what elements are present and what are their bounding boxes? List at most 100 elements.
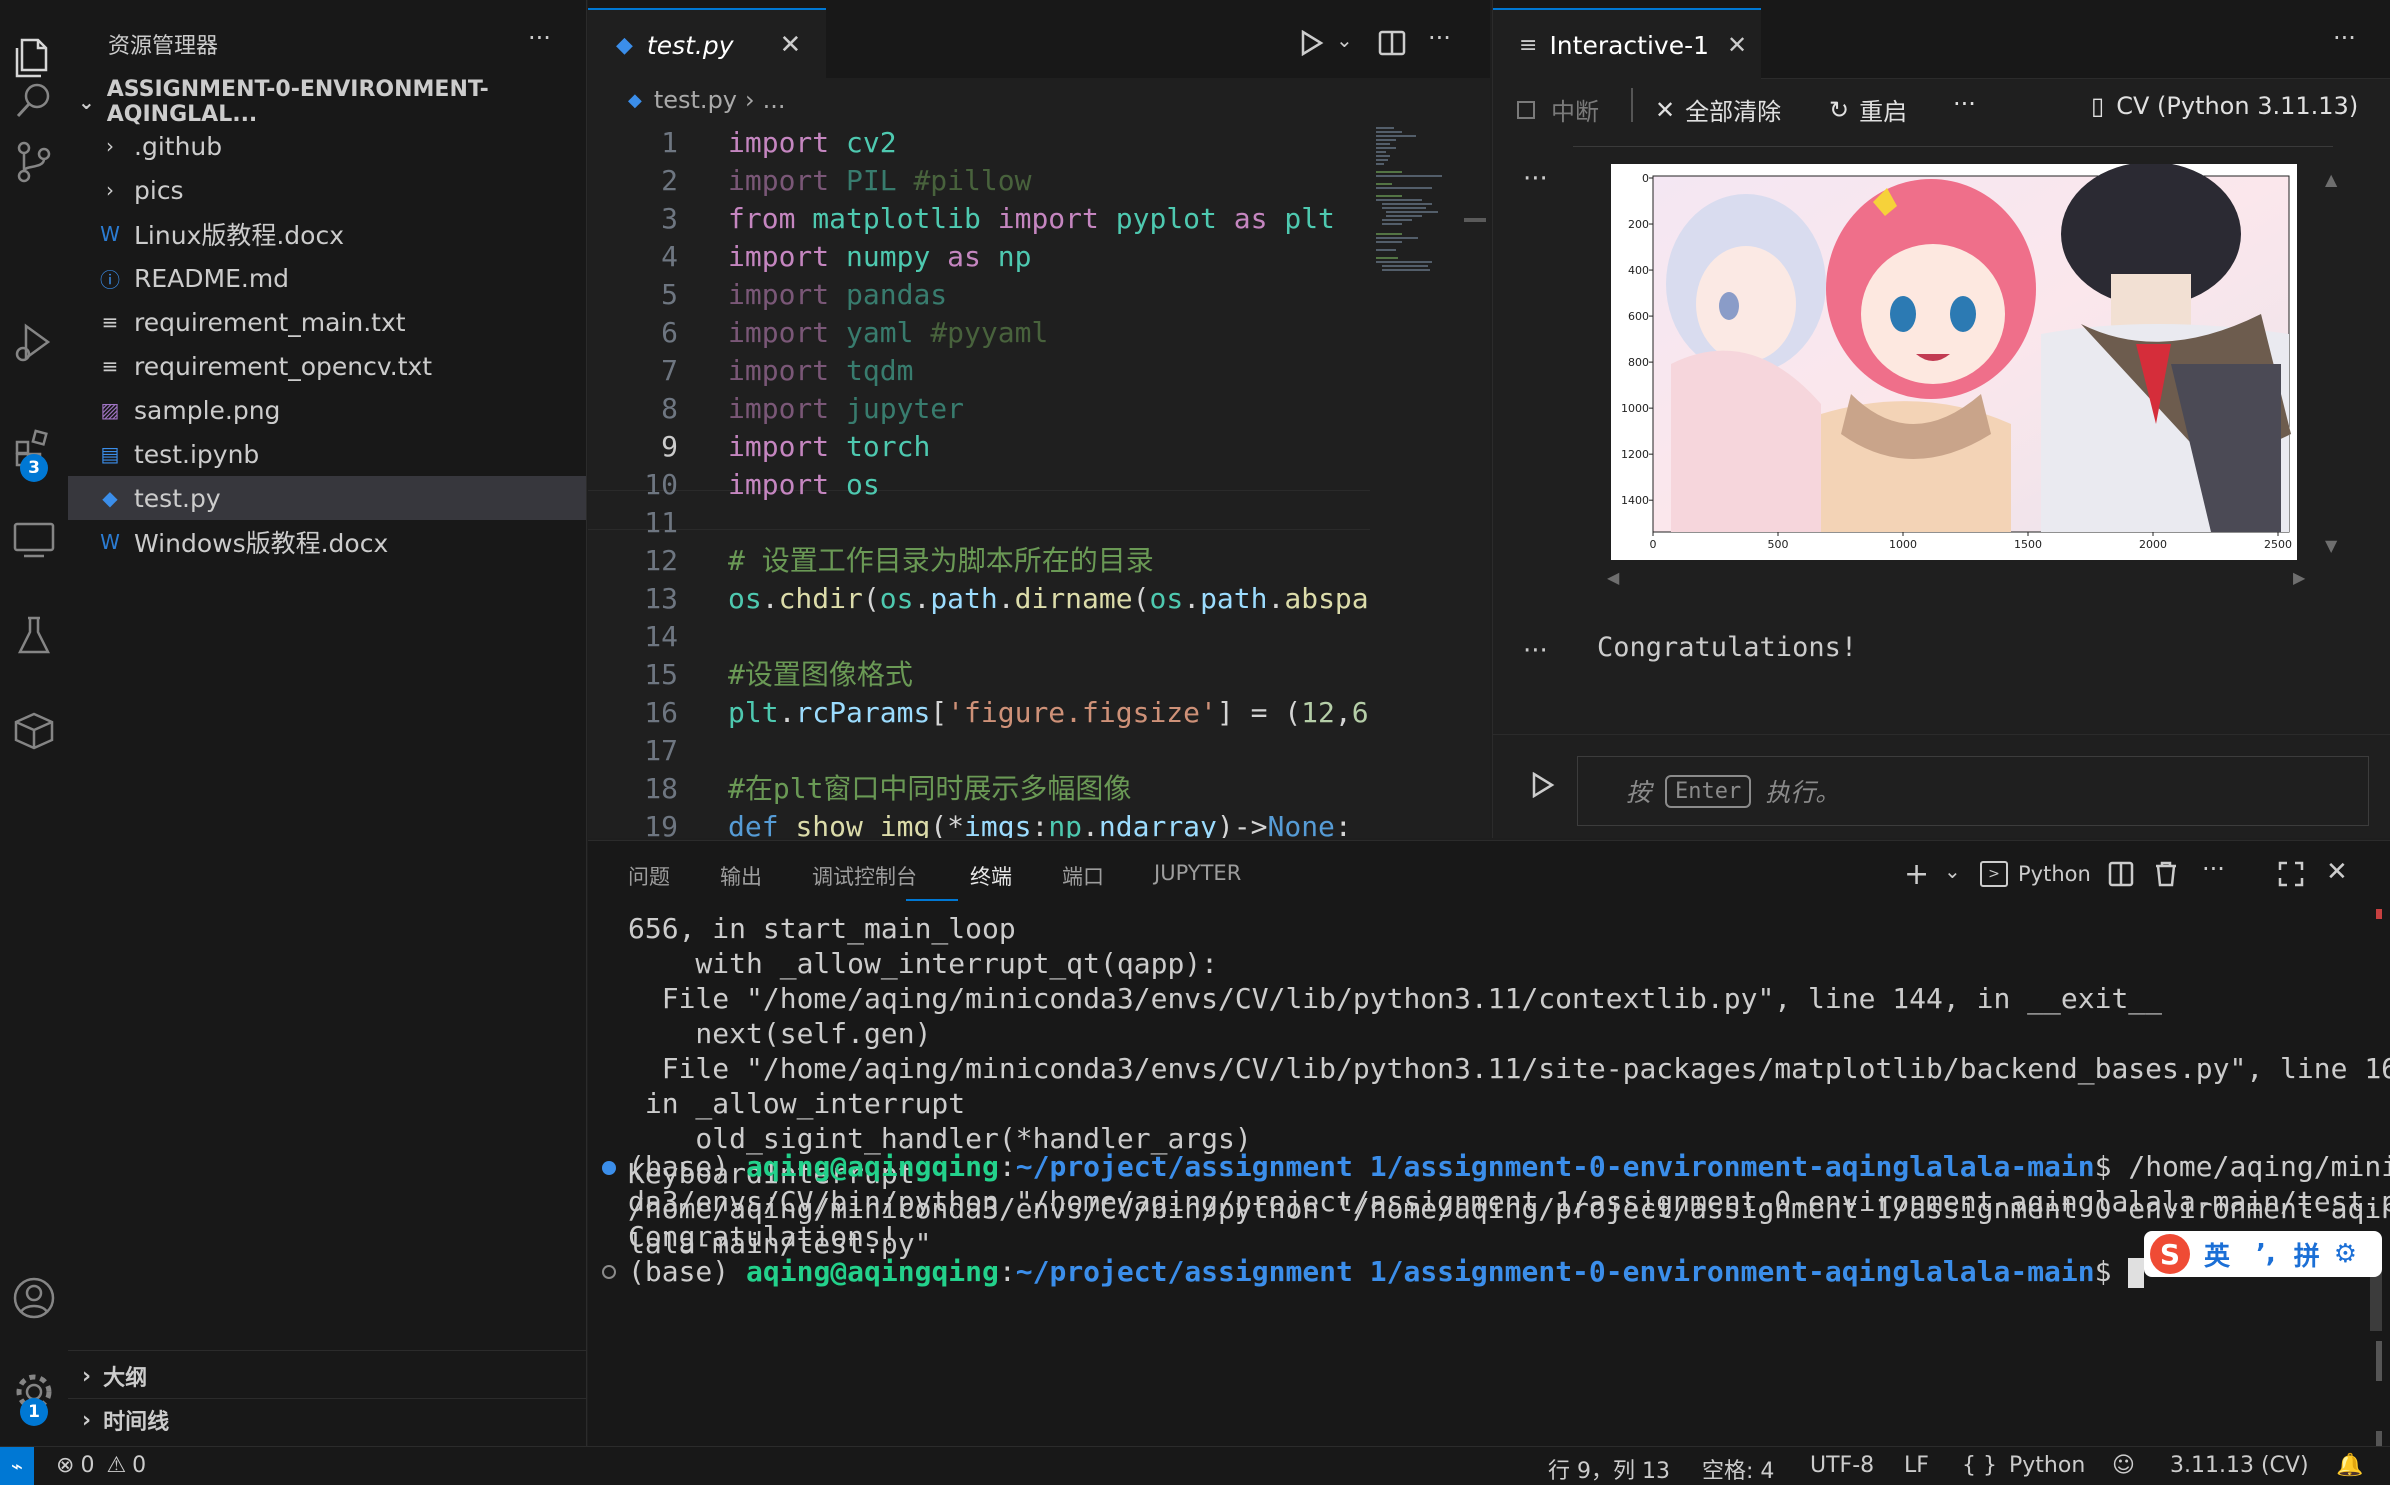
code-text: #在plt窗口中同时展示多幅图像 (728, 772, 1132, 805)
file-tree-item-label: sample.png (134, 395, 281, 425)
problems-indicator[interactable]: ⊗ 0 ⚠ 0 (56, 1453, 146, 1478)
cell-more-button[interactable]: ··· (1523, 636, 1548, 666)
settings-gear-icon[interactable]: 1 (0, 1352, 68, 1432)
active-tab-underline (906, 899, 958, 901)
execute-icon[interactable] (1531, 772, 1555, 798)
command-success-dot (602, 1161, 616, 1175)
text-file-icon: ≡ (101, 310, 119, 334)
source-control-icon[interactable] (0, 122, 68, 202)
language-mode[interactable]: { } Python (1962, 1453, 2085, 1478)
panel-tab[interactable]: 问题 (628, 861, 670, 891)
split-editor-icon[interactable] (1378, 30, 1406, 56)
copilot-icon[interactable]: ☺ (2112, 1453, 2135, 1478)
ime-settings-icon[interactable]: ⚙ (2334, 1239, 2357, 1269)
encoding[interactable]: UTF-8 (1810, 1453, 1874, 1478)
terminal-active-prompt[interactable]: (base) aqing@aqingqing:~/project/assignm… (628, 1254, 2145, 1289)
file-tree-item[interactable]: › pics (68, 168, 586, 212)
containers-icon[interactable] (0, 690, 68, 770)
panel-tab[interactable]: 输出 (720, 861, 762, 891)
breadcrumb-more[interactable]: ... (763, 86, 786, 114)
ime-english[interactable]: 英 (2204, 1236, 2230, 1273)
code-text: import yaml #pyyaml (728, 316, 1049, 349)
explorer-more-button[interactable]: ··· (528, 24, 551, 52)
terminal-line: File "/home/aqing/miniconda3/envs/CV/lib… (628, 982, 2163, 1015)
file-tree-item[interactable]: ▤ test.ipynb (68, 432, 586, 476)
testing-icon[interactable] (0, 596, 68, 676)
panel-more-button[interactable]: ··· (2202, 855, 2225, 883)
panel-tab[interactable]: 调试控制台 (812, 861, 917, 891)
trash-icon[interactable] (2154, 861, 2178, 887)
current-line-highlight (588, 490, 1370, 530)
interactive-input[interactable]: 按 Enter 执行。 (1577, 756, 2369, 826)
split-terminal-icon[interactable] (2108, 861, 2134, 887)
cursor-position[interactable]: 行 9，列 13 (1548, 1453, 1670, 1485)
editor-more-button[interactable]: ··· (1428, 24, 1451, 52)
cell-more-button[interactable]: ··· (1523, 164, 1548, 194)
notifications-bell-icon[interactable]: 🔔 (2336, 1453, 2363, 1478)
account-icon[interactable] (0, 1258, 68, 1338)
kernel-picker[interactable]: ▯ CV (Python 3.11.13) (2091, 92, 2358, 120)
restart-button[interactable]: ↻ 重启 (1829, 92, 1907, 127)
stop-icon (1517, 100, 1535, 119)
close-icon[interactable]: ✕ (780, 30, 802, 60)
ime-pinyin[interactable]: 拼 (2294, 1236, 2320, 1273)
root-folder[interactable]: ⌄ ASSIGNMENT-0-ENVIRONMENT-AQINGLAL... (68, 77, 586, 127)
python-interpreter[interactable]: 3.11.13 (CV) (2170, 1453, 2309, 1478)
file-tree-item[interactable]: W Linux版教程.docx (68, 212, 586, 256)
scroll-left-icon[interactable]: ◀ (1607, 568, 1619, 587)
minimap[interactable] (1372, 122, 1464, 402)
tab-label: test.py (646, 30, 734, 60)
file-tree-item[interactable]: W Windows版教程.docx (68, 520, 586, 564)
scrollbar-thumb[interactable] (1464, 218, 1486, 222)
file-tree-item[interactable]: ≡ requirement_opencv.txt (68, 344, 586, 388)
ime-punctuation[interactable]: ’, (2256, 1239, 2276, 1269)
end-of-line[interactable]: LF (1904, 1453, 1929, 1478)
scroll-right-icon[interactable]: ▶ (2293, 568, 2305, 587)
tab-test-py[interactable]: ◆ test.py ✕ (588, 8, 826, 80)
file-tree-item[interactable]: ⓘ README.md (68, 256, 586, 300)
python-file-icon: ◆ (616, 32, 633, 58)
indentation[interactable]: 空格: 4 (1702, 1453, 1774, 1485)
remote-explorer-icon[interactable] (0, 500, 68, 580)
scroll-up-icon[interactable]: ▲ (2325, 170, 2337, 189)
tab-interactive-1[interactable]: ≡ Interactive-1 ✕ (1493, 8, 1761, 80)
ime-toolbar[interactable]: S 英 ’, 拼 ⚙ (2144, 1231, 2382, 1277)
chevron-down-icon[interactable]: ⌄ (1336, 28, 1353, 52)
run-python-icon[interactable] (1300, 30, 1324, 56)
timeline-section[interactable]: › 时间线 (68, 1398, 586, 1442)
file-tree-item[interactable]: › .github (68, 124, 586, 168)
tab-label: Interactive-1 (1549, 30, 1710, 60)
toolbar-more-button[interactable]: ··· (1953, 90, 1976, 118)
panel-tab[interactable]: 端口 (1062, 861, 1104, 891)
new-terminal-button[interactable]: + (1904, 857, 1929, 892)
close-icon[interactable]: ✕ (1727, 31, 1747, 59)
command-pending-dot (602, 1265, 616, 1279)
extensions-icon[interactable]: 3 (0, 408, 68, 488)
chevron-down-icon: ⌄ (78, 90, 95, 114)
maximize-panel-icon[interactable] (2278, 861, 2304, 887)
interactive-more-button[interactable]: ··· (2333, 24, 2356, 52)
panel-tab[interactable]: 终端 (970, 861, 1012, 891)
line-number: 14 (644, 620, 678, 653)
terminal-scrollbar[interactable] (2370, 909, 2382, 1451)
panel-tab[interactable]: JUPYTER (1154, 861, 1241, 885)
file-tree-item[interactable]: ≡ requirement_main.txt (68, 300, 586, 344)
close-panel-icon[interactable]: ✕ (2326, 857, 2348, 887)
code-text: #设置图像格式 (728, 658, 913, 691)
scroll-down-icon[interactable]: ▼ (2325, 536, 2337, 555)
code-text: import tqdm (728, 354, 914, 387)
code-editor[interactable]: ◆ test.py › ... 1 import cv2 2 import PIL #… (588, 78, 1490, 838)
code-area[interactable]: 1 import cv2 2 import PIL #pillow 3 from matp… (588, 128, 1370, 838)
outline-section[interactable]: › 大纲 (68, 1354, 586, 1398)
remote-indicator-icon[interactable]: ⌁ (0, 1447, 34, 1485)
chevron-down-icon[interactable]: ⌄ (1944, 859, 1961, 883)
interrupt-button[interactable]: 中断 (1517, 92, 1599, 127)
file-tree-item[interactable]: ◆ test.py (68, 476, 586, 520)
terminal-shell-selector[interactable]: > Python (1980, 861, 2091, 887)
input-hint-prefix: 按 (1626, 778, 1652, 807)
file-tree-item[interactable]: ▨ sample.png (68, 388, 586, 432)
breadcrumb-file[interactable]: test.py (654, 86, 737, 114)
notebook-file-icon: ▤ (100, 442, 120, 466)
clear-all-button[interactable]: ✕ 全部清除 (1655, 92, 1781, 127)
run-debug-icon[interactable] (0, 302, 68, 382)
